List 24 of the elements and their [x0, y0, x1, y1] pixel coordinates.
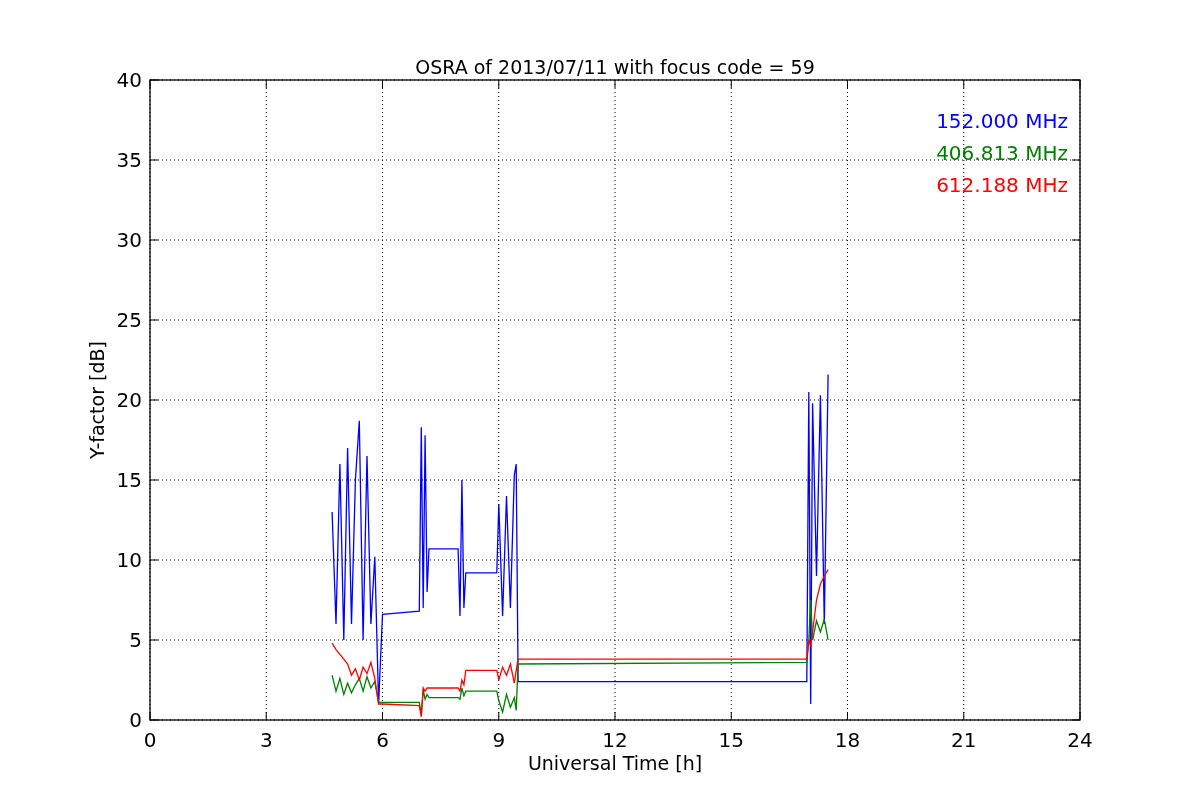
x-tick-label: 6	[376, 728, 389, 752]
x-tick-label: 9	[492, 728, 506, 752]
x-tick-label: 15	[718, 728, 744, 752]
x-tick-label: 12	[602, 728, 628, 752]
y-axis-label: Y-factor [dB]	[86, 341, 108, 459]
y-tick-label: 5	[129, 628, 142, 652]
x-tick-label: 24	[1067, 728, 1093, 752]
x-tick-label: 18	[834, 728, 861, 752]
y-tick-label: 35	[116, 148, 142, 172]
x-axis-label: Universal Time [h]	[527, 752, 703, 774]
y-tick-label: 25	[116, 308, 142, 332]
y-tick-label: 40	[116, 68, 142, 92]
chart-title: OSRA of 2013/07/11 with focus code = 59	[415, 56, 815, 78]
legend-label: 152.000 MHz	[936, 109, 1068, 133]
y-tick-label: 10	[116, 548, 142, 572]
legend-label: 406.813 MHz	[936, 141, 1068, 165]
y-tick-label: 20	[116, 388, 142, 412]
y-tick-label: 0	[129, 708, 142, 732]
legend-label: 612.188 MHz	[936, 173, 1068, 197]
x-tick-label: 3	[259, 728, 273, 752]
y-tick-label: 30	[116, 228, 142, 252]
x-tick-label: 0	[143, 728, 157, 752]
y-tick-label: 15	[116, 468, 142, 492]
x-tick-label: 21	[951, 728, 977, 752]
